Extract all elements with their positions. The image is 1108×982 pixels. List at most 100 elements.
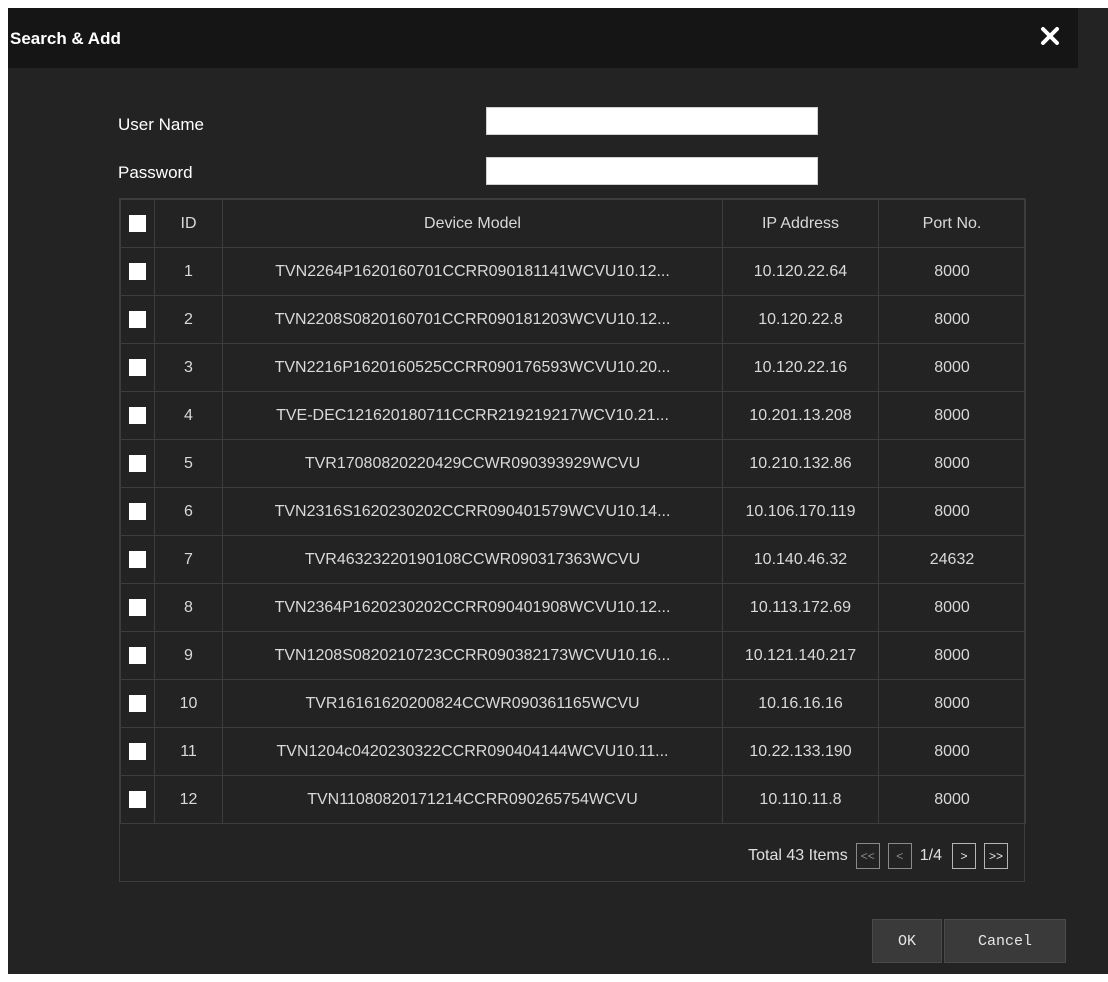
cell-port: 8000	[878, 439, 1026, 488]
table-row[interactable]: 9 TVN1208S0820210723CCRR090382173WCVU10.…	[120, 631, 1026, 680]
page-indicator: 1/4	[919, 847, 942, 864]
row-select-cell	[120, 679, 155, 728]
row-select-cell	[120, 631, 155, 680]
dialog-titlebar: Search & Add	[8, 8, 1078, 68]
row-select-cell	[120, 535, 155, 584]
row-select-cell	[120, 775, 155, 824]
close-icon[interactable]	[1034, 20, 1066, 52]
row-checkbox[interactable]	[129, 358, 146, 376]
row-checkbox[interactable]	[129, 454, 146, 472]
cell-device-model: TVN2208S0820160701CCRR090181203WCVU10.12…	[222, 295, 723, 344]
cell-port: 8000	[878, 727, 1026, 776]
row-checkbox[interactable]	[129, 790, 146, 808]
table-row[interactable]: 2 TVN2208S0820160701CCRR090181203WCVU10.…	[120, 295, 1026, 344]
cell-id: 8	[154, 583, 223, 632]
cell-port: 24632	[878, 535, 1026, 584]
row-select-cell	[120, 487, 155, 536]
row-checkbox[interactable]	[129, 550, 146, 568]
table-row[interactable]: 4 TVE-DEC121620180711CCRR219219217WCV10.…	[120, 391, 1026, 440]
cell-device-model: TVR16161620200824CCWR090361165WCVU	[222, 679, 723, 728]
username-input[interactable]	[486, 107, 818, 135]
table-row[interactable]: 10 TVR16161620200824CCWR090361165WCVU 10…	[120, 679, 1026, 728]
cancel-button[interactable]: Cancel	[944, 919, 1066, 963]
select-all-cell	[120, 199, 155, 248]
last-page-button[interactable]: >>	[984, 843, 1008, 869]
pagination: Total 43 Items << < 1/4 > >>	[748, 841, 1008, 871]
cell-ip-address: 10.22.133.190	[722, 727, 879, 776]
table-row[interactable]: 3 TVN2216P1620160525CCRR090176593WCVU10.…	[120, 343, 1026, 392]
cell-device-model: TVN1208S0820210723CCRR090382173WCVU10.16…	[222, 631, 723, 680]
cell-id: 4	[154, 391, 223, 440]
cell-device-model: TVN2216P1620160525CCRR090176593WCVU10.20…	[222, 343, 723, 392]
row-checkbox[interactable]	[129, 310, 146, 328]
table-header-row: ID Device Model IP Address Port No.	[120, 199, 1026, 248]
row-select-cell	[120, 583, 155, 632]
cell-ip-address: 10.120.22.16	[722, 343, 879, 392]
row-checkbox[interactable]	[129, 262, 146, 280]
cell-id: 9	[154, 631, 223, 680]
prev-page-button[interactable]: <	[887, 843, 912, 869]
cell-ip-address: 10.140.46.32	[722, 535, 879, 584]
row-checkbox[interactable]	[129, 406, 146, 424]
dialog-title: Search & Add	[10, 29, 121, 48]
row-select-cell	[120, 343, 155, 392]
cell-port: 8000	[878, 295, 1026, 344]
cell-ip-address: 10.106.170.119	[722, 487, 879, 536]
cell-ip-address: 10.113.172.69	[722, 583, 879, 632]
cell-device-model: TVN1204c0420230322CCRR090404144WCVU10.11…	[222, 727, 723, 776]
table-row[interactable]: 11 TVN1204c0420230322CCRR090404144WCVU10…	[120, 727, 1026, 776]
cell-device-model: TVN2364P1620230202CCRR090401908WCVU10.12…	[222, 583, 723, 632]
cell-ip-address: 10.110.11.8	[722, 775, 879, 824]
column-header-ip-address[interactable]: IP Address	[722, 199, 879, 248]
row-checkbox[interactable]	[129, 502, 146, 520]
cell-port: 8000	[878, 583, 1026, 632]
cell-ip-address: 10.120.22.8	[722, 295, 879, 344]
cell-ip-address: 10.210.132.86	[722, 439, 879, 488]
password-input[interactable]	[486, 157, 818, 185]
cell-device-model: TVN2264P1620160701CCRR090181141WCVU10.12…	[222, 247, 723, 296]
cell-port: 8000	[878, 631, 1026, 680]
total-items-text: Total 43 Items	[748, 847, 848, 864]
cell-id: 10	[154, 679, 223, 728]
table-row[interactable]: 1 TVN2264P1620160701CCRR090181141WCVU10.…	[120, 247, 1026, 296]
row-select-cell	[120, 247, 155, 296]
table-row[interactable]: 6 TVN2316S1620230202CCRR090401579WCVU10.…	[120, 487, 1026, 536]
cell-port: 8000	[878, 343, 1026, 392]
first-page-button[interactable]: <<	[855, 843, 880, 869]
row-select-cell	[120, 439, 155, 488]
cell-ip-address: 10.121.140.217	[722, 631, 879, 680]
cell-ip-address: 10.120.22.64	[722, 247, 879, 296]
cell-device-model: TVR17080820220429CCWR090393929WCVU	[222, 439, 723, 488]
password-label: Password	[118, 163, 193, 182]
column-header-port[interactable]: Port No.	[878, 199, 1026, 248]
cell-id: 7	[154, 535, 223, 584]
table-row[interactable]: 12 TVN11080820171214CCRR090265754WCVU 10…	[120, 775, 1026, 824]
device-table: ID Device Model IP Address Port No. 1 TV…	[120, 199, 1026, 824]
table-row[interactable]: 7 TVR46323220190108CCWR090317363WCVU 10.…	[120, 535, 1026, 584]
next-page-button[interactable]: >	[952, 843, 976, 869]
row-select-cell	[120, 295, 155, 344]
column-header-id[interactable]: ID	[154, 199, 223, 248]
cell-id: 6	[154, 487, 223, 536]
table-row[interactable]: 8 TVN2364P1620230202CCRR090401908WCVU10.…	[120, 583, 1026, 632]
row-checkbox[interactable]	[129, 598, 146, 616]
cell-id: 11	[154, 727, 223, 776]
row-select-cell	[120, 391, 155, 440]
ok-button[interactable]: OK	[872, 919, 942, 963]
row-checkbox[interactable]	[129, 694, 146, 712]
select-all-checkbox[interactable]	[129, 214, 146, 232]
cell-device-model: TVN2316S1620230202CCRR090401579WCVU10.14…	[222, 487, 723, 536]
column-header-device-model[interactable]: Device Model	[222, 199, 723, 248]
search-add-dialog: Search & Add User Name Password ID Devic	[8, 8, 1108, 974]
cell-port: 8000	[878, 775, 1026, 824]
cell-device-model: TVR46323220190108CCWR090317363WCVU	[222, 535, 723, 584]
row-checkbox[interactable]	[129, 646, 146, 664]
cell-device-model: TVN11080820171214CCRR090265754WCVU	[222, 775, 723, 824]
cell-port: 8000	[878, 487, 1026, 536]
cell-id: 2	[154, 295, 223, 344]
cell-id: 1	[154, 247, 223, 296]
table-row[interactable]: 5 TVR17080820220429CCWR090393929WCVU 10.…	[120, 439, 1026, 488]
cell-device-model: TVE-DEC121620180711CCRR219219217WCV10.21…	[222, 391, 723, 440]
cell-id: 5	[154, 439, 223, 488]
row-checkbox[interactable]	[129, 742, 146, 760]
